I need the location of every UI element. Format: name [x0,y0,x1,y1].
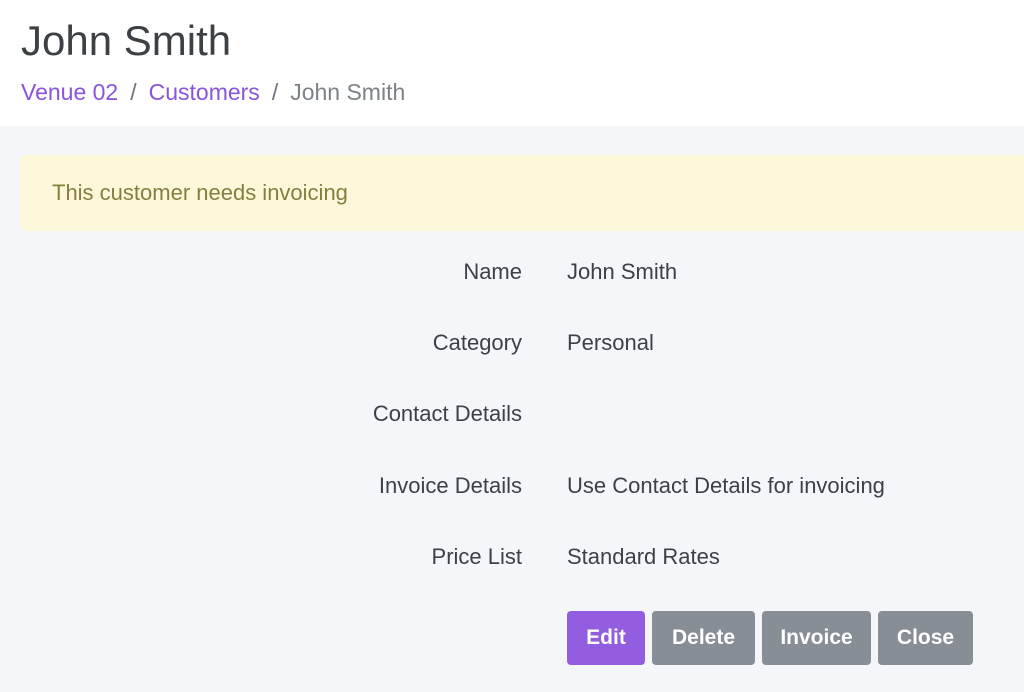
detail-row-category: Category Personal [0,323,1024,363]
breadcrumb: Venue 02 / Customers / John Smith [21,77,405,107]
detail-value: John Smith [567,259,678,284]
invoice-alert: This customer needs invoicing [20,155,1024,231]
detail-row-price-list: Price List Standard Rates [0,537,1024,577]
detail-row-name: Name John Smith [0,252,1024,292]
detail-row-contact-details: Contact Details [0,394,1024,434]
detail-row-invoice-details: Invoice Details Use Contact Details for … [0,466,1024,506]
breadcrumb-current: John Smith [290,79,406,105]
breadcrumb-link-venue[interactable]: Venue 02 [21,77,118,107]
breadcrumb-separator: / [271,79,279,105]
detail-value: Use Contact Details for invoicing [567,473,885,498]
delete-button[interactable]: Delete [652,611,755,665]
action-buttons: Edit Delete Invoice Close [567,611,973,665]
detail-value: Standard Rates [567,544,720,569]
detail-label: Category [432,330,522,355]
invoice-button[interactable]: Invoice [762,611,871,665]
detail-label: Contact Details [372,401,522,426]
page-header: John Smith Venue 02 / Customers / John S… [0,0,1024,126]
page-title: John Smith [21,17,232,64]
close-button[interactable]: Close [878,611,973,665]
breadcrumb-separator: / [130,79,137,105]
edit-button[interactable]: Edit [567,611,645,665]
detail-value: Personal [567,330,654,355]
detail-label: Price List [431,544,522,569]
detail-label: Name [463,259,522,284]
detail-label: Invoice Details [378,473,522,498]
breadcrumb-link-customers[interactable]: Customers [149,77,260,107]
